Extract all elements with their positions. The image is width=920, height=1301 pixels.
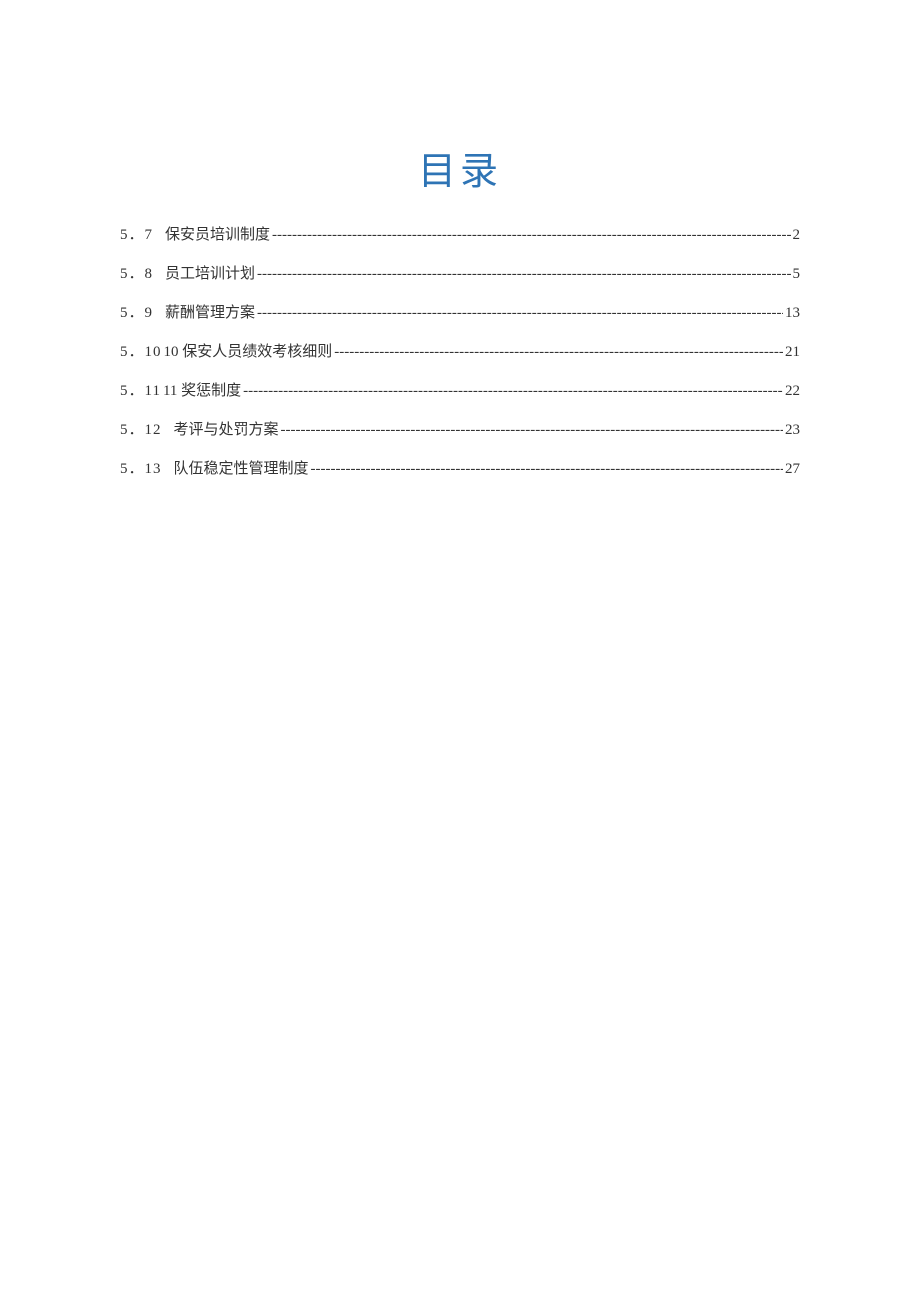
toc-leader: ----------------------------------------… xyxy=(281,420,783,441)
toc-page-number: 5 xyxy=(793,264,801,285)
toc-number: 5．9 xyxy=(120,303,153,324)
document-page: 目录 5．7保安员培训制度---------------------------… xyxy=(0,0,920,480)
toc-item: 5．1010 保安人员绩效考核细则-----------------------… xyxy=(120,342,800,363)
toc-number: 5．7 xyxy=(120,225,153,246)
toc-page-number: 23 xyxy=(785,420,800,441)
toc-page-number: 13 xyxy=(785,303,800,324)
toc-leader: ----------------------------------------… xyxy=(311,459,783,480)
toc-page-number: 27 xyxy=(785,459,800,480)
toc-page-number: 2 xyxy=(793,225,801,246)
toc-number: 5．8 xyxy=(120,264,153,285)
toc-label: 保安员培训制度 xyxy=(165,225,270,246)
toc-number: 5．12 xyxy=(120,420,162,441)
toc-leader: ----------------------------------------… xyxy=(334,342,783,363)
toc-label: 薪酬管理方案 xyxy=(165,303,255,324)
toc-label: 10 保安人员绩效考核细则 xyxy=(164,342,333,363)
toc-page-number: 21 xyxy=(785,342,800,363)
toc-leader: ----------------------------------------… xyxy=(243,381,783,402)
toc-label: 考评与处罚方案 xyxy=(174,420,279,441)
toc-item: 5．13 队伍稳定性管理制度---------------------------… xyxy=(120,459,800,480)
toc-leader: ----------------------------------------… xyxy=(257,303,783,324)
toc-item: 5．7 保安员培训制度------------------------------… xyxy=(120,225,800,246)
toc-item: 5．1111 奖惩制度-----------------------------… xyxy=(120,381,800,402)
toc-item: 5．9 薪酬管理方案-------------------------------… xyxy=(120,303,800,324)
toc-page-number: 22 xyxy=(785,381,800,402)
toc-item: 5．12 考评与处罚方案-----------------------------… xyxy=(120,420,800,441)
toc-label: 11 奖惩制度 xyxy=(163,381,241,402)
toc-number: 5．13 xyxy=(120,459,162,480)
toc-number: 5．11 xyxy=(120,381,161,402)
toc-label: 员工培训计划 xyxy=(165,264,255,285)
toc-leader: ----------------------------------------… xyxy=(272,225,790,246)
toc-leader: ----------------------------------------… xyxy=(257,264,790,285)
toc-number: 5．10 xyxy=(120,342,162,363)
toc-list: 5．7保安员培训制度------------------------------… xyxy=(120,225,800,480)
toc-title: 目录 xyxy=(120,140,800,195)
toc-label: 队伍稳定性管理制度 xyxy=(174,459,309,480)
toc-item: 5．8 员工培训计划-------------------------------… xyxy=(120,264,800,285)
